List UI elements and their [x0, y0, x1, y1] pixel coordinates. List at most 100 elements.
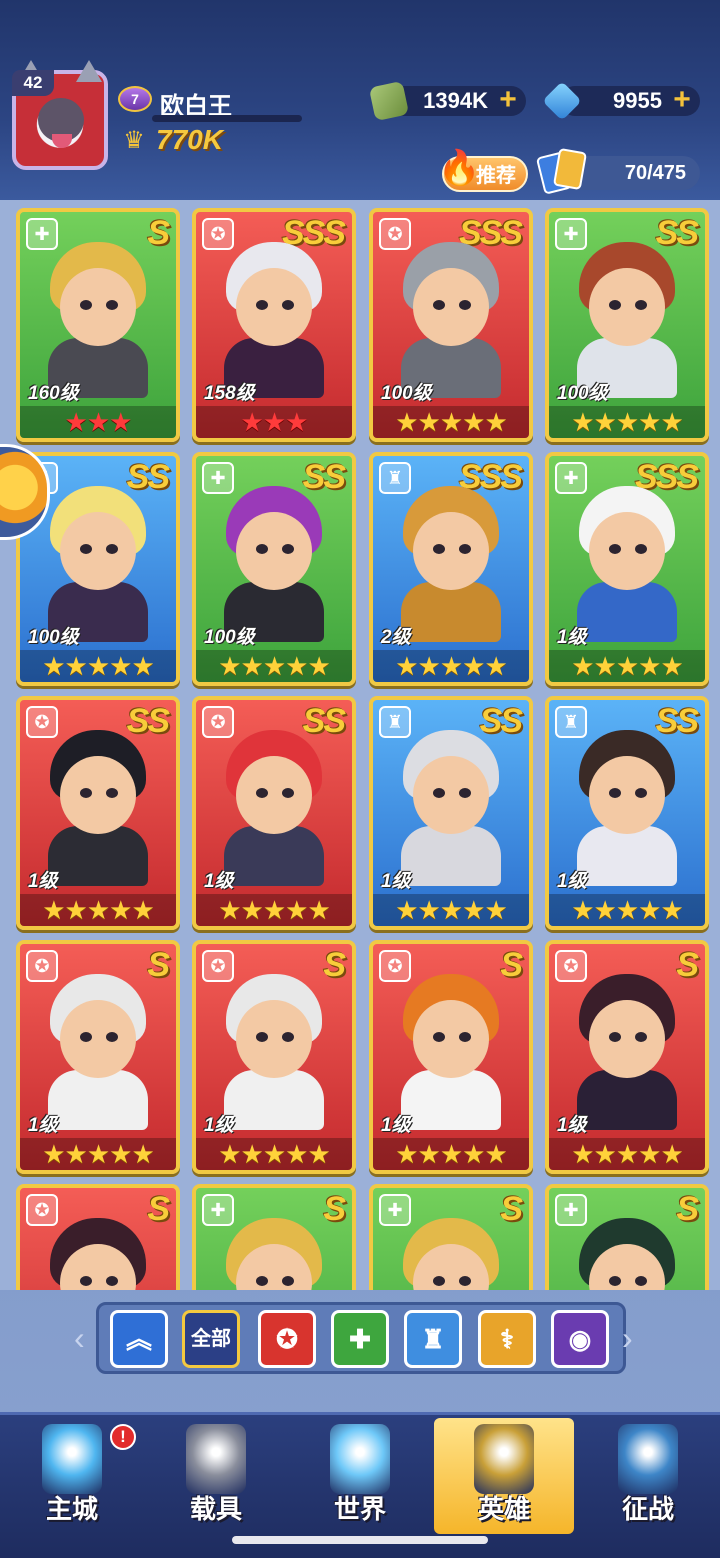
star-icon: ★: [439, 407, 463, 437]
chevron-up-icon[interactable]: ︽: [110, 1310, 168, 1368]
star-icon: ★: [42, 651, 65, 681]
hero-card[interactable]: ✪ SS 1级 ★★★★★: [192, 696, 356, 930]
star-icon: ★: [571, 895, 594, 925]
star-icon: ★: [484, 407, 507, 437]
hero-card[interactable]: ✪ SSS 158级 ★★★: [192, 208, 356, 442]
green-emblem-icon[interactable]: ✚: [331, 1310, 389, 1368]
star-icon: ★: [395, 407, 418, 437]
hero-star-rating: ★★★★★: [373, 650, 529, 682]
star-icon: ★: [285, 407, 308, 437]
hero-star-rating: ★★★★★: [549, 894, 705, 926]
hero-portrait: [218, 974, 330, 1130]
add-gold-button[interactable]: +: [496, 85, 520, 115]
hero-portrait: [395, 974, 507, 1130]
star-icon: ★: [285, 895, 308, 925]
hero-level: 100级: [204, 627, 255, 648]
star-icon: ★: [593, 651, 617, 681]
hero-portrait: [571, 974, 683, 1130]
hero-card[interactable]: ✚ SS 100级 ★★★★★: [545, 208, 709, 442]
hero-star-rating: ★★★★★: [549, 1138, 705, 1170]
hero-star-rating: ★★★★★: [373, 894, 529, 926]
hero-card[interactable]: ✪ S 1级 ★★★★★: [545, 940, 709, 1174]
gold-amount: 1394K: [423, 88, 488, 113]
campaign-icon: [618, 1424, 678, 1494]
star-icon: ★: [615, 895, 639, 925]
star-icon: ★: [638, 407, 661, 437]
cards-icon: [535, 147, 590, 195]
hero-card[interactable]: ✚ S 160级 ★★★: [16, 208, 180, 442]
star-icon: ★: [262, 1139, 286, 1169]
hero-portrait: [42, 974, 154, 1130]
hero-level: 158级: [204, 383, 255, 404]
star-icon: ★: [64, 1139, 88, 1169]
gold-resource: 1394K +: [368, 80, 526, 122]
hero-card[interactable]: ♜ SS 1级 ★★★★★: [369, 696, 533, 930]
chevron-right-icon[interactable]: ›: [622, 1320, 642, 1356]
hero-star-rating: ★★★★★: [20, 894, 176, 926]
star-icon: ★: [571, 651, 594, 681]
gold-emblem-icon[interactable]: ⚕: [478, 1310, 536, 1368]
hero-level: 100级: [28, 627, 79, 648]
hero-level: 100级: [557, 383, 608, 404]
combat-power: 770K: [156, 124, 223, 155]
experience-bar: [152, 115, 302, 122]
filter-all-button[interactable]: 全部: [182, 1310, 240, 1368]
hero-portrait: [218, 730, 330, 886]
star-icon: ★: [86, 407, 110, 437]
hero-card[interactable]: ✚ S: [369, 1184, 533, 1290]
star-icon: ★: [131, 1139, 154, 1169]
hero-star-rating: ★★★★★: [20, 650, 176, 682]
hero-portrait: [42, 486, 154, 642]
hero-level: 1级: [381, 871, 411, 892]
star-icon: ★: [615, 1139, 639, 1169]
star-icon: ★: [307, 1139, 330, 1169]
star-icon: ★: [240, 895, 264, 925]
hero-card[interactable]: ♜ SSS 2级 ★★★★★: [369, 452, 533, 686]
collection-count-text: 70/475: [624, 162, 686, 184]
nav-world[interactable]: 世界: [290, 1418, 430, 1534]
recommend-button[interactable]: 🔥 推荐: [438, 150, 528, 192]
recommend-label: 推荐: [476, 165, 516, 187]
purple-emblem-icon[interactable]: ◉: [551, 1310, 609, 1368]
nav-campaign[interactable]: 征战: [578, 1418, 718, 1534]
star-icon: ★: [109, 651, 132, 681]
hero-card[interactable]: ✪ SS 1级 ★★★★★: [16, 696, 180, 930]
star-icon: ★: [285, 651, 308, 681]
hero-card[interactable]: ✚ SS 100级 ★★★★★: [192, 452, 356, 686]
star-icon: ★: [262, 407, 286, 437]
rank-badge: 7: [118, 86, 152, 112]
hero-portrait: [571, 730, 683, 886]
hero-card[interactable]: ✚ SSS 1级 ★★★★★: [545, 452, 709, 686]
fire-icon: 🔥: [438, 149, 481, 187]
hero-portrait: [395, 1218, 507, 1290]
blue-emblem-icon[interactable]: ♜: [404, 1310, 462, 1368]
hero-level: 1级: [381, 1115, 411, 1136]
star-icon: ★: [42, 895, 65, 925]
nav-vehicle[interactable]: 载具: [146, 1418, 286, 1534]
hero-card[interactable]: ✪ S 1级 ★★★★★: [192, 940, 356, 1174]
star-icon: ★: [218, 1139, 241, 1169]
chevron-left-icon[interactable]: ‹: [74, 1320, 94, 1356]
star-icon: ★: [86, 651, 110, 681]
add-gems-button[interactable]: +: [670, 85, 694, 115]
player-avatar[interactable]: 42: [12, 60, 108, 170]
hero-collection-count[interactable]: 70/475: [535, 147, 700, 195]
star-icon: ★: [240, 407, 264, 437]
hero-card[interactable]: ✪ S 1级 ★★★★★: [16, 940, 180, 1174]
red-emblem-icon[interactable]: ✪: [258, 1310, 316, 1368]
star-icon: ★: [109, 407, 132, 437]
star-icon: ★: [262, 895, 286, 925]
nav-label: 世界: [333, 1494, 386, 1524]
star-icon: ★: [571, 1139, 594, 1169]
hero-portrait: [42, 242, 154, 398]
hero-card[interactable]: ✚ S: [192, 1184, 356, 1290]
hero-card[interactable]: ♜ SS 1级 ★★★★★: [545, 696, 709, 930]
cash-icon: [368, 80, 410, 122]
hero-card[interactable]: ✚ S: [545, 1184, 709, 1290]
hero-card[interactable]: ✪ S 1级 ★★★★★: [369, 940, 533, 1174]
hero-card[interactable]: ✪ SSS 100级 ★★★★★: [369, 208, 533, 442]
star-icon: ★: [417, 407, 441, 437]
hero-card[interactable]: ✪ S: [16, 1184, 180, 1290]
nav-label: 载具: [189, 1494, 242, 1524]
nav-hero[interactable]: 英雄: [434, 1418, 574, 1534]
